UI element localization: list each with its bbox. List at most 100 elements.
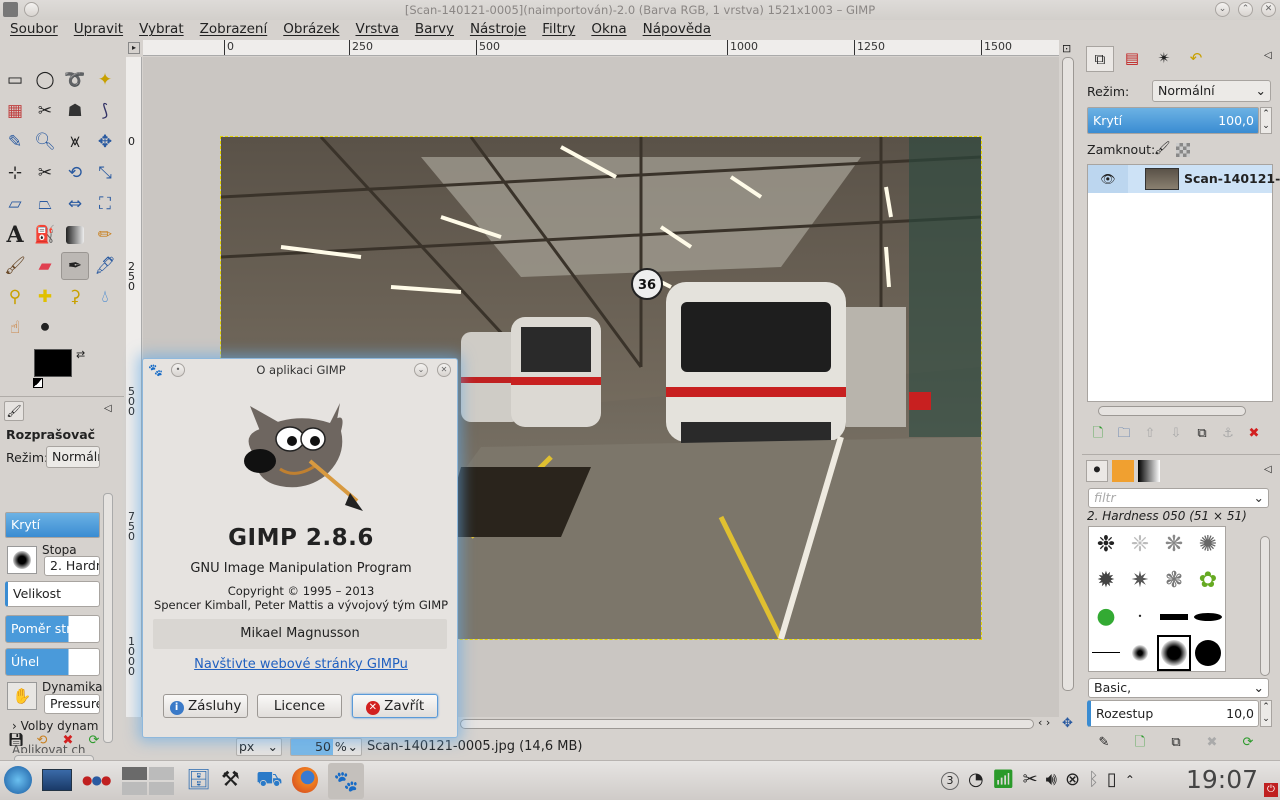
dynamics-options-expander[interactable]: › Volby dynam	[12, 719, 98, 733]
layers-mode-select[interactable]: Normální ⌄	[1152, 80, 1271, 102]
aspect-ratio-slider[interactable]: Poměr stran	[5, 615, 100, 643]
fuzzy-select-icon[interactable]: ✦	[91, 66, 119, 94]
cage-icon[interactable]: ⛶	[91, 190, 119, 218]
credits-button[interactable]: i Zásluhy	[163, 694, 248, 718]
tool-options-vscrollbar[interactable]	[103, 493, 113, 743]
menu-obrazek[interactable]: Obrázek	[275, 20, 347, 40]
lower-layer-icon[interactable]: ⇩	[1168, 426, 1184, 442]
delete-brush-icon[interactable]: ✖	[1204, 735, 1220, 751]
menu-nastroje[interactable]: Nástroje	[462, 20, 534, 40]
align-icon[interactable]: ⊹	[1, 159, 29, 187]
brush-dock-menu-icon[interactable]: ◁	[1264, 464, 1272, 475]
firefox-icon[interactable]	[292, 767, 318, 793]
menu-vybrat[interactable]: Vybrat	[131, 20, 192, 40]
clone-icon[interactable]: ⚲	[1, 283, 29, 311]
software-center-icon[interactable]: ⛟	[256, 767, 282, 794]
notifications-badge[interactable]: 3	[941, 772, 959, 790]
brush-filter-input[interactable]: filtr ⌄	[1088, 488, 1269, 508]
tray-expand-icon[interactable]: ⌃	[1125, 769, 1135, 791]
restore-options-icon[interactable]: ⟲	[34, 733, 50, 749]
ellipse-select-icon[interactable]: ◯	[31, 66, 59, 94]
scale-icon[interactable]: ⤡	[91, 159, 119, 187]
pencil-icon[interactable]: ✏	[91, 221, 119, 249]
brush-thumb[interactable]	[1191, 635, 1225, 671]
close-button[interactable]: ✕ Zavřít	[352, 694, 438, 718]
brush-tag-input[interactable]: Basic, ⌄	[1088, 678, 1269, 698]
rect-select-icon[interactable]: ▭	[1, 66, 29, 94]
layers-opacity-slider[interactable]: Krytí 100,0	[1087, 107, 1259, 134]
mode-select[interactable]: Normální	[46, 446, 100, 468]
volume-icon[interactable]: 🔊︎	[1046, 769, 1057, 791]
brush-thumb[interactable]: ❋	[1157, 527, 1191, 563]
zoom-select[interactable]: 50 % ⌄	[290, 738, 362, 756]
edit-brush-icon[interactable]: ✎	[1096, 735, 1112, 751]
blur-icon[interactable]: 💧︎	[91, 283, 119, 311]
show-desktop-icon[interactable]	[42, 769, 72, 791]
brush-thumb[interactable]: ✿	[1191, 563, 1225, 599]
scroll-left-icon[interactable]: ‹ ›	[1038, 716, 1050, 729]
reset-options-icon[interactable]: ⟳	[86, 733, 102, 749]
brush-thumb[interactable]: ✺	[1191, 527, 1225, 563]
lock-alpha-icon[interactable]	[1176, 143, 1190, 157]
brush-spacing-slider[interactable]: Rozestup 10,0	[1087, 700, 1259, 727]
paintbrush-icon[interactable]: 🖌︎	[1, 252, 29, 280]
file-manager-icon[interactable]: 🗄︎	[186, 767, 211, 791]
paths-icon[interactable]: ⟆	[91, 97, 119, 125]
rotate-icon[interactable]: ⟲	[61, 159, 89, 187]
gimp-app-icon[interactable]	[3, 2, 18, 17]
system-settings-icon[interactable]: ⚒︎	[221, 767, 240, 791]
brush-grid[interactable]: ❉ ❈ ❋ ✺ ✹ ✷ ❃ ✿ ● •	[1088, 526, 1226, 672]
navigate-icon[interactable]: ✥	[1062, 716, 1073, 731]
perspective-icon[interactable]: ⏢	[31, 190, 59, 218]
dialog-close-icon[interactable]: ✕	[437, 363, 451, 377]
menu-soubor[interactable]: Soubor	[2, 20, 66, 40]
brush-thumb[interactable]: ❃	[1157, 563, 1191, 599]
zoom-icon[interactable]: 🔍︎	[31, 128, 59, 156]
layer-name[interactable]: Scan-140121-	[1184, 171, 1280, 186]
brush-thumb[interactable]: ❈	[1123, 527, 1157, 563]
opacity-slider[interactable]: Krytí	[5, 512, 100, 538]
shear-icon[interactable]: ▱	[1, 190, 29, 218]
angle-slider[interactable]: Úhel	[5, 648, 100, 676]
lock-pixels-icon[interactable]: 🖌︎	[1154, 141, 1171, 156]
duplicate-brush-icon[interactable]: ⧉	[1168, 735, 1184, 751]
battery-icon[interactable]: ▯	[1107, 769, 1117, 791]
heal-icon[interactable]: ✚	[31, 283, 59, 311]
brush-thumb[interactable]	[1191, 599, 1225, 635]
menu-okna[interactable]: Okna	[583, 20, 634, 40]
clipboard-icon[interactable]: ✂	[1023, 769, 1038, 791]
pager-icon[interactable]	[122, 767, 174, 795]
dialog-minimize-icon[interactable]: ⌄	[414, 363, 428, 377]
brush-thumb-selected[interactable]	[1157, 635, 1191, 671]
menu-filtry[interactable]: Filtry	[534, 20, 583, 40]
brush-thumb[interactable]	[1157, 599, 1191, 635]
power-icon[interactable]: ⏻	[1264, 783, 1278, 797]
bucket-fill-icon[interactable]: ⛽	[31, 221, 59, 249]
wifi-icon[interactable]: 📶︎	[992, 769, 1015, 791]
zoom-fit-icon[interactable]: ⊡	[1062, 42, 1071, 55]
menu-vrstva[interactable]: Vrstva	[347, 20, 406, 40]
canvas-vscrollbar[interactable]	[1062, 57, 1074, 691]
brush-thumb[interactable]: •	[1123, 599, 1157, 635]
brushes-tab-icon[interactable]: ⚫	[1086, 460, 1108, 482]
perspective-clone-icon[interactable]: ⚳	[61, 283, 89, 311]
license-button[interactable]: Licence	[257, 694, 342, 718]
raise-layer-icon[interactable]: ⇧	[1142, 426, 1158, 442]
eraser-icon[interactable]: ▰	[31, 252, 59, 280]
gradients-tab-icon[interactable]	[1138, 460, 1160, 482]
new-layer-group-icon[interactable]: 🗀︎	[1116, 426, 1132, 442]
refresh-brushes-icon[interactable]: ⟳	[1240, 735, 1256, 751]
vertical-ruler[interactable]: 0 2 5 0 5 0 0 7 5 0 1 0 0 0	[126, 57, 142, 717]
opacity-spin-arrows[interactable]: ⌃ ⌄	[1260, 107, 1272, 134]
brush-field[interactable]: 2. Hardn	[44, 556, 100, 576]
crop-icon[interactable]: ✂	[31, 159, 59, 187]
brush-grid-vscrollbar[interactable]	[1260, 536, 1270, 676]
channels-tab-icon[interactable]: ▤	[1118, 46, 1146, 72]
color-picker-icon[interactable]: ✎	[1, 128, 29, 156]
unit-select[interactable]: px ⌄	[236, 738, 282, 756]
bluetooth-icon[interactable]: ᛒ	[1088, 769, 1099, 791]
smudge-icon[interactable]: ☝	[1, 314, 29, 342]
undo-history-tab-icon[interactable]: ↶	[1182, 46, 1210, 72]
close-icon[interactable]: ✕	[1261, 2, 1276, 17]
brush-preview[interactable]	[7, 546, 37, 574]
